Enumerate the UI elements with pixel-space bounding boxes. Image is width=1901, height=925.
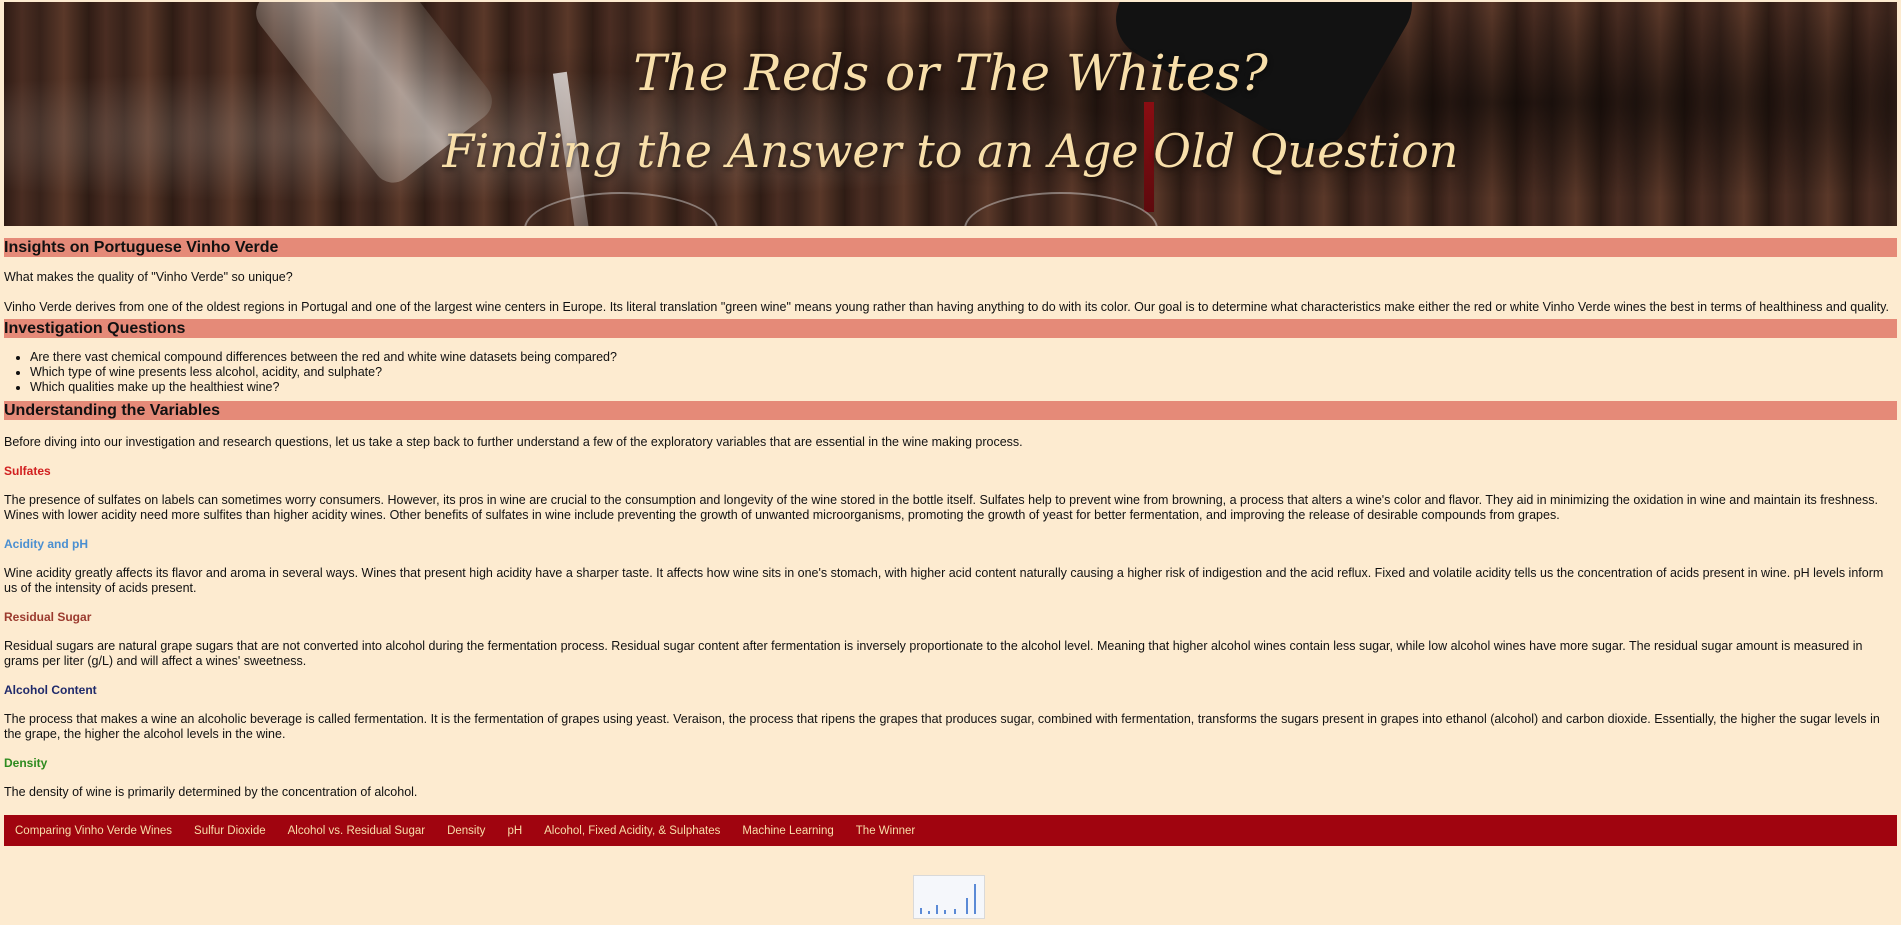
variable-text-sulfates: The presence of sulfates on labels can s… — [4, 493, 1878, 522]
thumbnail-bar — [928, 911, 930, 914]
nav-link-density[interactable]: Density — [447, 825, 485, 837]
navigation-bar: Comparing Vinho Verde Wines Sulfur Dioxi… — [4, 815, 1897, 846]
thumbnail-bar — [966, 898, 968, 914]
chart-thumbnail-image[interactable] — [913, 875, 985, 919]
nav-link-machine-learning[interactable]: Machine Learning — [742, 825, 833, 837]
section-heading-variables: Understanding the Variables — [4, 401, 1897, 420]
variable-title-density: Density — [4, 756, 48, 770]
hero-banner: The Reds or The Whites? Finding the Answ… — [4, 2, 1897, 226]
variable-text-residual-sugar: Residual sugars are natural grape sugars… — [4, 639, 1863, 668]
list-item: Which type of wine presents less alcohol… — [30, 365, 1897, 380]
nav-link-alcohol-acidity-sulphates[interactable]: Alcohol, Fixed Acidity, & Sulphates — [544, 825, 720, 837]
variable-title-acidity: Acidity and pH — [4, 537, 89, 551]
variable-title-residual-sugar: Residual Sugar — [4, 610, 92, 624]
nav-link-comparing-wines[interactable]: Comparing Vinho Verde Wines — [15, 825, 172, 837]
nav-link-ph[interactable]: pH — [507, 825, 522, 837]
wine-glass-image — [964, 192, 1158, 226]
thumbnail-bar — [936, 905, 938, 914]
variables-intro: Before diving into our investigation and… — [4, 435, 1023, 449]
thumbnail-bar — [974, 884, 976, 914]
variable-title-sulfates: Sulfates — [4, 464, 51, 478]
thumbnail-bar — [920, 908, 922, 914]
insights-question: What makes the quality of "Vinho Verde" … — [4, 270, 293, 284]
list-item: Which qualities make up the healthiest w… — [30, 380, 1897, 395]
nav-link-sulfur-dioxide[interactable]: Sulfur Dioxide — [194, 825, 266, 837]
variable-text-density: The density of wine is primarily determi… — [4, 785, 418, 799]
nav-link-alcohol-vs-sugar[interactable]: Alcohol vs. Residual Sugar — [288, 825, 425, 837]
section-heading-insights: Insights on Portuguese Vinho Verde — [4, 238, 1897, 257]
variable-text-acidity: Wine acidity greatly affects its flavor … — [4, 566, 1884, 595]
list-item: Are there vast chemical compound differe… — [30, 350, 1897, 365]
thumbnail-bar — [944, 910, 946, 914]
thumbnail-bar — [954, 909, 956, 914]
variable-text-alcohol: The process that makes a wine an alcohol… — [4, 712, 1880, 741]
variable-title-alcohol: Alcohol Content — [4, 683, 97, 697]
nav-link-the-winner[interactable]: The Winner — [856, 825, 915, 837]
wine-glass-image — [524, 192, 718, 226]
page-title: The Reds or The Whites? — [633, 44, 1268, 102]
page-container: The Reds or The Whites? Finding the Answ… — [4, 2, 1897, 846]
page-subtitle: Finding the Answer to an Age Old Questio… — [442, 124, 1459, 178]
investigation-question-list: Are there vast chemical compound differe… — [4, 350, 1897, 395]
insights-paragraph: Vinho Verde derives from one of the olde… — [4, 300, 1889, 314]
section-heading-investigation: Investigation Questions — [4, 319, 1897, 338]
